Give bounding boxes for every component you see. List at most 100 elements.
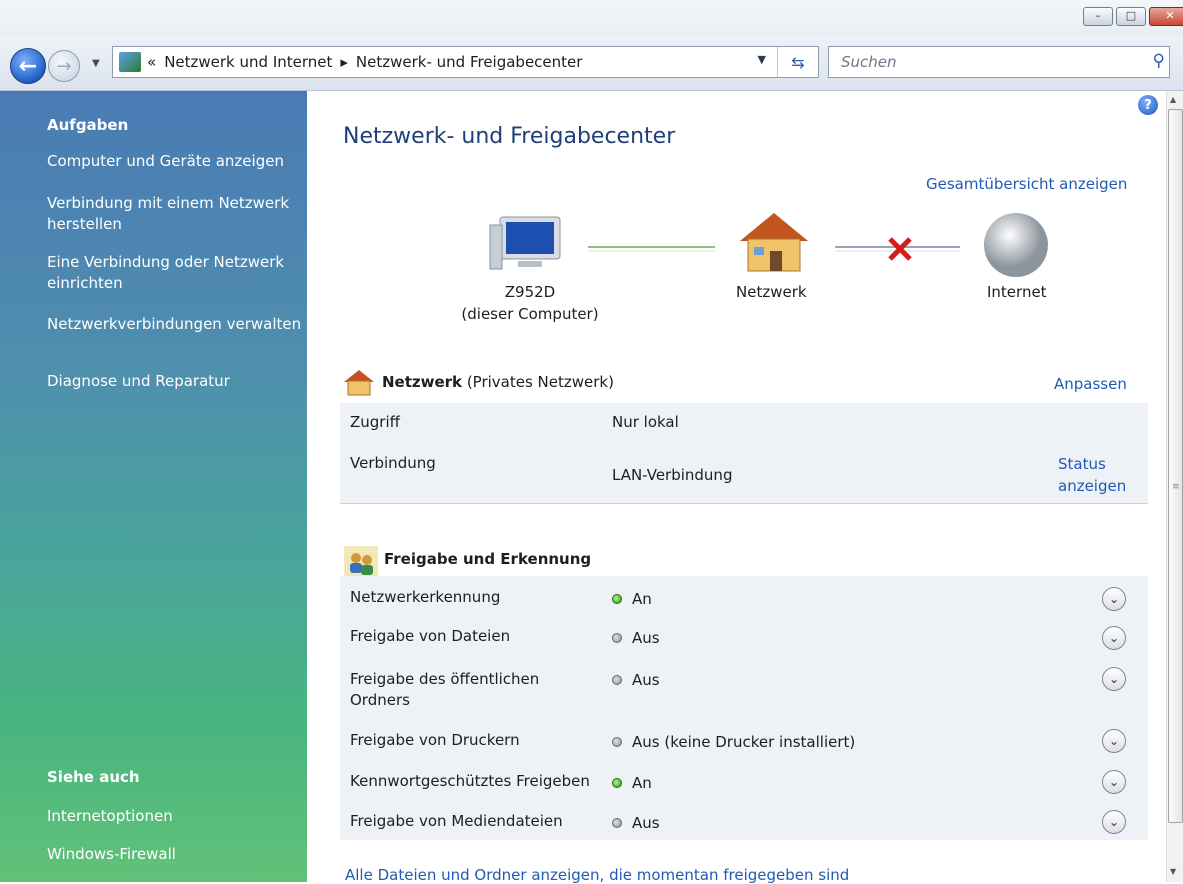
sharing-row-label-file-sharing: Freigabe von Dateien	[350, 627, 511, 645]
sharing-row-value-password-protected: An	[612, 774, 652, 792]
full-map-link[interactable]: Gesamtübersicht anzeigen	[926, 175, 1127, 193]
title-bar: – □ ✕	[0, 0, 1183, 36]
search-box[interactable]: Suchen ⚲	[828, 46, 1170, 78]
sharing-row-label-password-protected: Kennwortgeschütztes Freigeben	[350, 772, 590, 790]
status-text: An	[632, 590, 652, 608]
connection-label: Verbindung	[350, 454, 436, 472]
status-off-icon	[612, 633, 622, 643]
network-label: Netzwerk	[736, 283, 807, 301]
scroll-up-icon[interactable]: ▲	[1170, 95, 1176, 104]
chevron-down-icon: ⌄	[1108, 734, 1120, 748]
maximize-button[interactable]: □	[1116, 7, 1146, 26]
close-icon: ✕	[1165, 9, 1175, 22]
chevron-down-icon: ⌄	[1108, 592, 1120, 606]
customize-link[interactable]: Anpassen	[1054, 375, 1127, 393]
link-windows-firewall[interactable]: Windows-Firewall	[47, 844, 302, 865]
refresh-button[interactable]: ⇆	[777, 47, 818, 77]
minimize-button[interactable]: –	[1083, 7, 1113, 26]
sharing-row-label-media-sharing: Freigabe von Mediendateien	[350, 812, 563, 830]
computer-name: Z952D	[504, 283, 556, 301]
chevron-down-icon: ⌄	[1108, 815, 1120, 829]
vertical-scrollbar[interactable]: ▲ ≡ ▼	[1166, 91, 1183, 882]
status-off-icon	[612, 737, 622, 747]
view-status-link-line1[interactable]: Status	[1058, 455, 1106, 473]
search-icon[interactable]: ⚲	[1153, 51, 1165, 71]
network-type: (Privates Netzwerk)	[466, 373, 614, 391]
computer-icon[interactable]	[489, 216, 561, 270]
network-name: Netzwerk	[382, 373, 463, 391]
task-link-setup-connection[interactable]: Eine Verbindung oder Netzwerk einrichten	[47, 252, 302, 294]
task-link-connect-network[interactable]: Verbindung mit einem Netzwerk herstellen	[47, 193, 302, 235]
status-text: Aus (keine Drucker installiert)	[632, 733, 856, 751]
computer-subtitle: (dieser Computer)	[461, 305, 599, 323]
recent-pages-dropdown[interactable]: ▼	[92, 58, 100, 69]
expand-network-discovery-button[interactable]: ⌄	[1102, 587, 1126, 611]
status-on-icon	[612, 594, 622, 604]
connection-value: LAN-Verbindung	[612, 466, 733, 484]
search-input[interactable]: Suchen	[841, 53, 897, 71]
sharing-row-label-printer-sharing: Freigabe von Druckern	[350, 731, 520, 749]
network-house-icon[interactable]	[740, 213, 808, 272]
forward-button[interactable]: →	[48, 50, 80, 82]
expand-password-protected-button[interactable]: ⌄	[1102, 770, 1126, 794]
grip-icon: ≡	[1172, 482, 1180, 492]
internet-globe-icon[interactable]	[984, 213, 1048, 277]
status-off-icon	[612, 818, 622, 828]
sharing-section-title: Freigabe und Erkennung	[384, 550, 592, 568]
view-status-link-line2[interactable]: anzeigen	[1058, 477, 1126, 495]
scrollbar-thumb[interactable]: ≡	[1168, 109, 1183, 823]
show-shared-files-link[interactable]: Alle Dateien und Ordner anzeigen, die mo…	[345, 866, 849, 884]
internet-label: Internet	[987, 283, 1047, 301]
help-icon: ?	[1144, 97, 1152, 113]
tasks-heading: Aufgaben	[47, 116, 129, 134]
breadcrumb-separator-icon[interactable]: ▸	[340, 53, 348, 71]
disconnected-x-icon	[888, 237, 912, 261]
network-section-title: Netzwerk (Privates Netzwerk)	[382, 373, 614, 391]
status-text: Aus	[632, 814, 660, 832]
expand-printer-sharing-button[interactable]: ⌄	[1102, 729, 1126, 753]
breadcrumb-item-network-center[interactable]: Netzwerk- und Freigabecenter	[356, 53, 583, 71]
maximize-icon: □	[1125, 9, 1137, 22]
expand-public-folder-button[interactable]: ⌄	[1102, 667, 1126, 691]
status-text: Aus	[632, 629, 660, 647]
sharing-row-value-network-discovery: An	[612, 590, 652, 608]
expand-media-sharing-button[interactable]: ⌄	[1102, 810, 1126, 834]
status-text: Aus	[632, 671, 660, 689]
sharing-row-value-file-sharing: Aus	[612, 629, 660, 647]
address-dropdown-icon[interactable]: ▼	[758, 53, 766, 66]
chevron-down-icon: ⌄	[1108, 775, 1120, 789]
page-title: Netzwerk- und Freigabecenter	[343, 124, 676, 149]
task-link-view-computers[interactable]: Computer und Geräte anzeigen	[47, 151, 302, 172]
sharing-row-label-network-discovery: Netzwerkerkennung	[350, 588, 501, 606]
breadcrumb-overflow[interactable]: «	[147, 53, 156, 71]
close-button[interactable]: ✕	[1149, 7, 1183, 26]
network-details-panel	[340, 403, 1148, 503]
link-internet-options[interactable]: Internetoptionen	[47, 806, 302, 827]
network-map	[489, 213, 1048, 277]
see-also-heading: Siehe auch	[47, 768, 140, 786]
chevron-down-icon: ⌄	[1108, 672, 1120, 686]
navigation-bar: ← → ▼ « Netzwerk und Internet ▸ Netzwerk…	[0, 36, 1183, 91]
back-button[interactable]: ←	[10, 48, 46, 84]
access-value: Nur lokal	[612, 413, 679, 431]
breadcrumb-item-network-internet[interactable]: Netzwerk und Internet	[164, 53, 332, 71]
network-house-small-icon	[344, 370, 374, 396]
sharing-row-label-public-folder: Freigabe des öffentlichen Ordners	[350, 670, 540, 709]
task-link-manage-connections[interactable]: Netzwerkverbindungen verwalten	[47, 314, 302, 335]
sharing-users-icon	[344, 546, 378, 576]
network-center-icon	[119, 52, 141, 72]
chevron-down-icon: ⌄	[1108, 631, 1120, 645]
minimize-icon: –	[1095, 9, 1101, 22]
refresh-icon: ⇆	[791, 52, 805, 72]
help-button[interactable]: ?	[1138, 95, 1158, 115]
sharing-row-value-printer-sharing: Aus (keine Drucker installiert)	[612, 733, 855, 751]
address-bar[interactable]: « Netzwerk und Internet ▸ Netzwerk- und …	[112, 46, 819, 78]
divider	[340, 503, 1148, 504]
task-link-diagnose-repair[interactable]: Diagnose und Reparatur	[47, 371, 302, 392]
expand-file-sharing-button[interactable]: ⌄	[1102, 626, 1126, 650]
sharing-row-value-media-sharing: Aus	[612, 814, 660, 832]
access-label: Zugriff	[350, 413, 400, 431]
status-off-icon	[612, 675, 622, 685]
sharing-row-value-public-folder: Aus	[612, 671, 660, 689]
scroll-down-icon[interactable]: ▼	[1170, 867, 1176, 876]
